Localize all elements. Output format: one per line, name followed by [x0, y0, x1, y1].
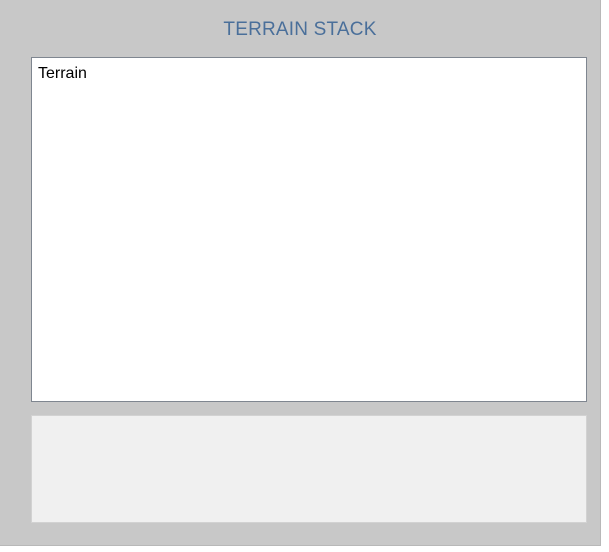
terrain-list[interactable]: Terrain [31, 57, 587, 402]
terrain-stack-panel: TERRAIN STACK Terrain [0, 0, 601, 546]
details-box [31, 415, 587, 523]
panel-title: TERRAIN STACK [223, 19, 377, 40]
list-item[interactable]: Terrain [38, 65, 87, 83]
